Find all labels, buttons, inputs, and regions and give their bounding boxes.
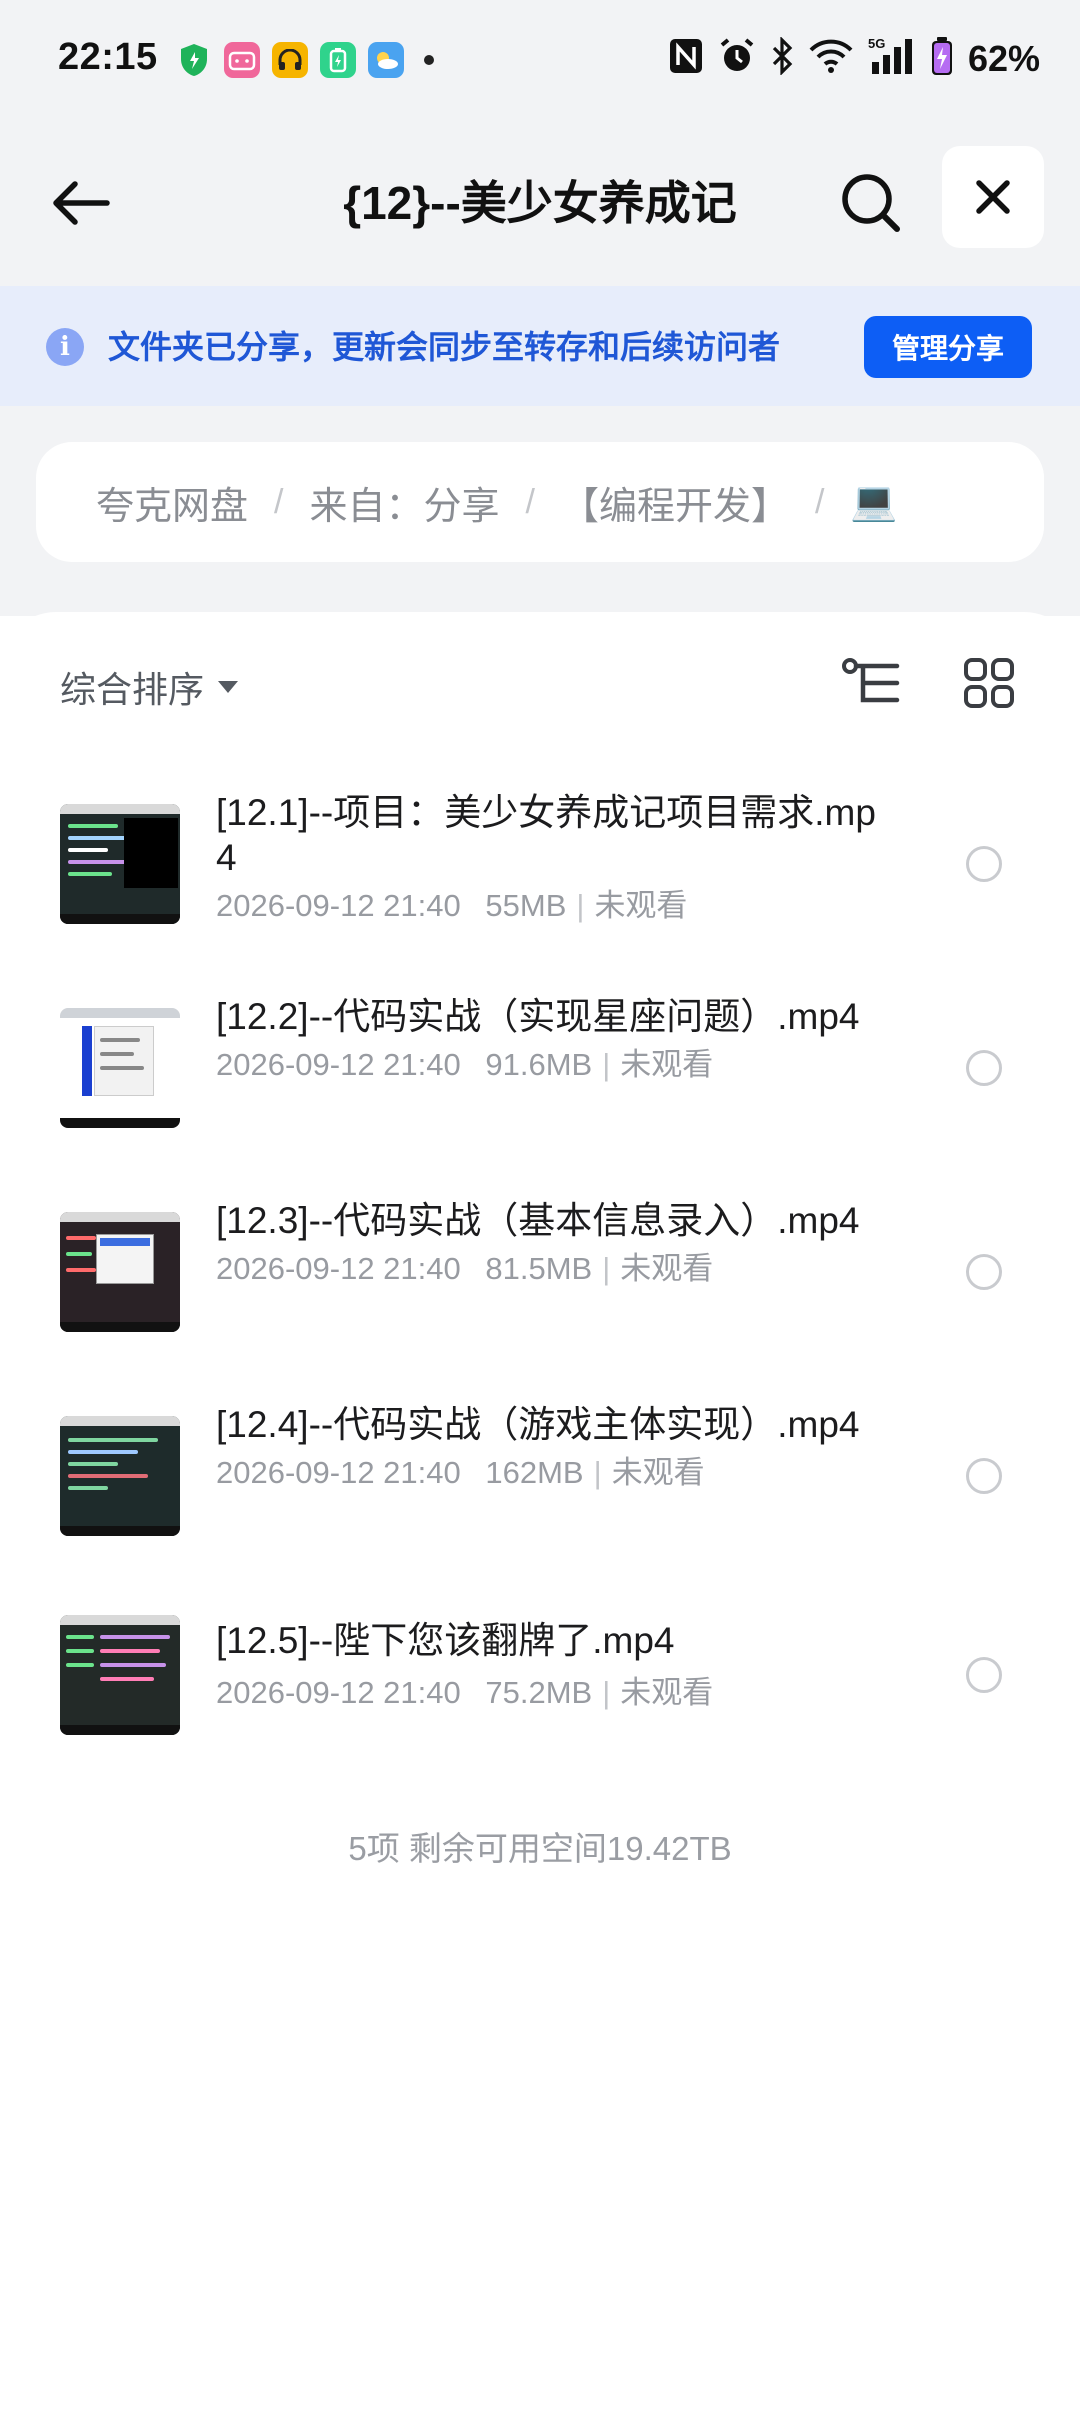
file-info: [12.5]--陛下您该翻牌了.mp4 2026-09-12 21:40 75.… (216, 1618, 876, 1713)
breadcrumb-item-root[interactable]: 夸克网盘 (96, 475, 248, 530)
file-name: [12.4]--代码实战（游戏主体实现）.mp4 (216, 1404, 860, 1445)
page-title: {12}--美少女养成记 (343, 177, 737, 229)
grid-icon (964, 658, 1014, 708)
share-banner: i 文件夹已分享，更新会同步至转存和后续访问者 管理分享 (0, 286, 1080, 406)
breadcrumb-item-shared[interactable]: 来自：分享 (309, 475, 499, 530)
select-radio[interactable] (966, 1254, 1002, 1290)
file-row[interactable]: [12.5]--陛下您该翻牌了.mp4 2026-09-12 21:40 75.… (0, 1578, 1080, 1772)
file-row[interactable]: [12.2]--代码实战（实现星座问题）.mp4 2026-09-12 21:4… (0, 966, 1080, 1170)
file-size: 75.2MB (485, 1675, 593, 1710)
alarm-icon (718, 37, 756, 80)
file-meta: 2026-09-12 21:40 162MB | 未观看 (216, 1455, 705, 1490)
system-icons: 5G 62% (668, 36, 1040, 81)
breadcrumb-item-category[interactable]: 【编程开发】 (561, 475, 789, 530)
status-bar: 22:15 5G 62% (0, 0, 1080, 126)
close-icon (976, 180, 1010, 214)
watch-status: 未观看 (594, 888, 688, 923)
breadcrumb-separator: / (814, 482, 825, 521)
battery-icon (930, 36, 954, 81)
more-notifications-dot (424, 55, 434, 65)
notification-icons (176, 42, 434, 78)
file-meta: 2026-09-12 21:40 55MB | 未观看 (216, 888, 688, 923)
file-info: [12.4]--代码实战（游戏主体实现）.mp4 2026-09-12 21:4… (216, 1402, 876, 1493)
file-meta: 2026-09-12 21:40 91.6MB | 未观看 (216, 1047, 714, 1082)
file-name: [12.5]--陛下您该翻牌了.mp4 (216, 1620, 675, 1661)
video-thumbnail (60, 1212, 180, 1332)
watch-status: 未观看 (620, 1047, 714, 1082)
shield-icon (176, 42, 212, 78)
file-meta: 2026-09-12 21:40 81.5MB | 未观看 (216, 1251, 714, 1286)
battery-saver-icon (320, 42, 356, 78)
cellular-signal-icon: 5G (868, 36, 916, 81)
sort-dropdown[interactable]: 综合排序 (60, 652, 239, 722)
file-date: 2026-09-12 21:40 (216, 1251, 461, 1286)
file-size: 81.5MB (485, 1251, 593, 1286)
network-type-label: 5G (868, 36, 885, 51)
caret-down-icon (218, 681, 239, 693)
status-time: 22:15 (58, 36, 158, 78)
select-radio[interactable] (966, 1657, 1002, 1693)
arrow-left-icon (53, 181, 110, 225)
tree-structure-icon (842, 658, 900, 703)
select-radio[interactable] (966, 846, 1002, 882)
file-name: [12.2]--代码实战（实现星座问题）.mp4 (216, 996, 860, 1037)
grid-view-button[interactable] (954, 648, 1024, 718)
file-list: [12.1]--项目：美少女养成记项目需求.mp4 2026-09-12 21:… (0, 762, 1080, 1772)
watch-status: 未观看 (620, 1675, 714, 1710)
file-name: [12.1]--项目：美少女养成记项目需求.mp4 (216, 792, 876, 878)
select-radio[interactable] (966, 1458, 1002, 1494)
file-date: 2026-09-12 21:40 (216, 1047, 461, 1082)
info-icon: i (46, 328, 84, 366)
file-info: [12.1]--项目：美少女养成记项目需求.mp4 2026-09-12 21:… (216, 790, 876, 926)
breadcrumb-item-laptop-folder[interactable]: 💻 (850, 480, 897, 524)
breadcrumb-area: 夸克网盘 / 来自：分享 / 【编程开发】 / 💻 (0, 406, 1080, 616)
weather-icon (368, 42, 404, 78)
file-row[interactable]: [12.1]--项目：美少女养成记项目需求.mp4 2026-09-12 21:… (0, 762, 1080, 966)
sort-label: 综合排序 (60, 669, 205, 710)
file-row[interactable]: [12.4]--代码实战（游戏主体实现）.mp4 2026-09-12 21:4… (0, 1374, 1080, 1578)
file-name: [12.3]--代码实战（基本信息录入）.mp4 (216, 1200, 860, 1241)
file-meta: 2026-09-12 21:40 75.2MB | 未观看 (216, 1675, 714, 1710)
file-date: 2026-09-12 21:40 (216, 1455, 461, 1490)
file-size: 55MB (485, 888, 567, 923)
nfc-icon (668, 37, 704, 80)
select-radio[interactable] (966, 1050, 1002, 1086)
breadcrumb-fade (984, 442, 1044, 562)
bluetooth-icon (770, 36, 794, 80)
video-thumbnail (60, 1615, 180, 1735)
share-banner-text: 文件夹已分享，更新会同步至转存和后续访问者 (108, 329, 781, 365)
search-button[interactable] (834, 166, 908, 240)
wifi-icon (808, 38, 854, 79)
file-info: [12.2]--代码实战（实现星座问题）.mp4 2026-09-12 21:4… (216, 994, 876, 1085)
bilibili-icon (224, 42, 260, 78)
breadcrumb[interactable]: 夸克网盘 / 来自：分享 / 【编程开发】 / 💻 (36, 442, 1044, 562)
video-thumbnail (60, 1008, 180, 1128)
storage-summary: 5项 剩余可用空间19.42TB (348, 1830, 732, 1867)
video-thumbnail (60, 804, 180, 924)
tree-view-button[interactable] (836, 648, 906, 718)
video-thumbnail (60, 1416, 180, 1536)
file-date: 2026-09-12 21:40 (216, 1675, 461, 1710)
breadcrumb-separator: / (274, 482, 284, 521)
breadcrumb-separator: / (525, 482, 535, 521)
watch-status: 未观看 (611, 1455, 705, 1490)
close-button[interactable] (942, 146, 1044, 248)
file-date: 2026-09-12 21:40 (216, 888, 461, 923)
file-row[interactable]: [12.3]--代码实战（基本信息录入）.mp4 2026-09-12 21:4… (0, 1170, 1080, 1374)
file-size: 162MB (485, 1455, 584, 1490)
manage-share-button[interactable]: 管理分享 (864, 316, 1032, 378)
back-button[interactable] (46, 168, 116, 238)
headphones-app-icon (272, 42, 308, 78)
battery-percentage: 62% (967, 37, 1040, 79)
file-list-panel: 综合排序 [12.1]--项目：美少女养成记项目需求.mp4 2026-09-1… (0, 612, 1080, 2412)
watch-status: 未观看 (620, 1251, 714, 1286)
file-size: 91.6MB (485, 1047, 593, 1082)
search-icon (842, 174, 900, 232)
title-bar: {12}--美少女养成记 (0, 126, 1080, 286)
file-info: [12.3]--代码实战（基本信息录入）.mp4 2026-09-12 21:4… (216, 1198, 876, 1289)
